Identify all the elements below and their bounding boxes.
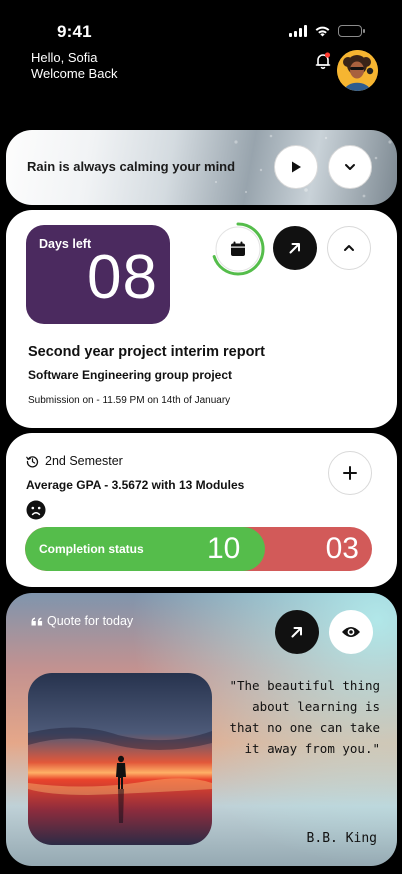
status-bar: 9:41 bbox=[0, 0, 402, 48]
collapse-button[interactable] bbox=[327, 226, 371, 270]
rain-sound-card[interactable]: Rain is always calming your mind bbox=[6, 130, 397, 205]
completion-status-bar: Completion status 10 03 bbox=[25, 527, 372, 571]
expand-button[interactable] bbox=[328, 145, 372, 189]
open-task-button[interactable] bbox=[273, 226, 317, 270]
rain-card-title: Rain is always calming your mind bbox=[27, 159, 236, 174]
quote-text: "The beautiful thing about learning is t… bbox=[220, 675, 380, 759]
arrow-up-right-icon bbox=[291, 627, 302, 638]
project-deadline: Submission on - 11.59 PM on 14th of Janu… bbox=[28, 395, 231, 406]
semester-label: 2nd Semester bbox=[45, 454, 123, 468]
status-icons bbox=[289, 25, 365, 37]
status-time: 9:41 bbox=[57, 22, 92, 41]
plus-icon bbox=[343, 466, 357, 480]
wifi-icon bbox=[315, 26, 330, 37]
days-left-box: Days left 08 bbox=[26, 225, 170, 324]
chevron-up-icon bbox=[344, 245, 354, 251]
quote-line: that no one can take bbox=[229, 720, 380, 735]
cellular-signal-icon bbox=[289, 25, 307, 37]
project-subtitle: Software Engineering group project bbox=[28, 368, 233, 382]
eye-icon bbox=[342, 627, 360, 637]
greeting-welcome: Welcome Back bbox=[31, 65, 118, 81]
arrow-up-right-icon bbox=[289, 243, 300, 254]
semester-card: 2nd Semester Average GPA - 3.5672 with 1… bbox=[6, 433, 397, 587]
battery-icon bbox=[338, 25, 365, 37]
greeting: Hello, Sofia Welcome Back bbox=[31, 50, 117, 81]
completed-count: 10 bbox=[207, 532, 241, 565]
quote-line: about learning is bbox=[252, 699, 380, 714]
quote-label: Quote for today bbox=[47, 614, 134, 628]
history-icon bbox=[26, 456, 39, 468]
quote-mark-icon bbox=[31, 617, 43, 626]
chevron-down-icon bbox=[345, 164, 355, 170]
play-button[interactable] bbox=[274, 145, 318, 189]
remaining-count: 03 bbox=[325, 532, 359, 565]
days-left-number: 08 bbox=[87, 243, 158, 312]
calendar-progress-button[interactable] bbox=[210, 221, 266, 277]
quote-line: it away from you." bbox=[244, 741, 380, 756]
add-module-button[interactable] bbox=[328, 451, 372, 495]
greeting-hello: Hello, Sofia bbox=[31, 50, 98, 65]
quote-card: Quote for today "The beautiful thing abo… bbox=[6, 593, 397, 866]
deadline-card[interactable]: Days left 08 Second year project interim… bbox=[6, 210, 397, 428]
sunset-silhouette-image bbox=[28, 673, 212, 845]
share-quote-button[interactable] bbox=[275, 610, 319, 654]
project-title: Second year project interim report bbox=[28, 344, 265, 360]
avatar-illustration bbox=[337, 50, 378, 91]
play-icon bbox=[292, 161, 301, 173]
quote-author: B.B. King bbox=[306, 831, 377, 846]
user-avatar[interactable] bbox=[337, 50, 378, 91]
quote-line: "The beautiful thing bbox=[229, 678, 380, 693]
completion-label: Completion status bbox=[39, 542, 144, 556]
days-left-label: Days left bbox=[39, 237, 92, 251]
bell-notification-icon[interactable] bbox=[314, 52, 332, 70]
sad-face-icon bbox=[26, 500, 46, 520]
average-gpa: Average GPA - 3.5672 with 13 Modules bbox=[26, 478, 245, 492]
calendar-icon bbox=[231, 241, 245, 256]
view-quote-button[interactable] bbox=[329, 610, 373, 654]
